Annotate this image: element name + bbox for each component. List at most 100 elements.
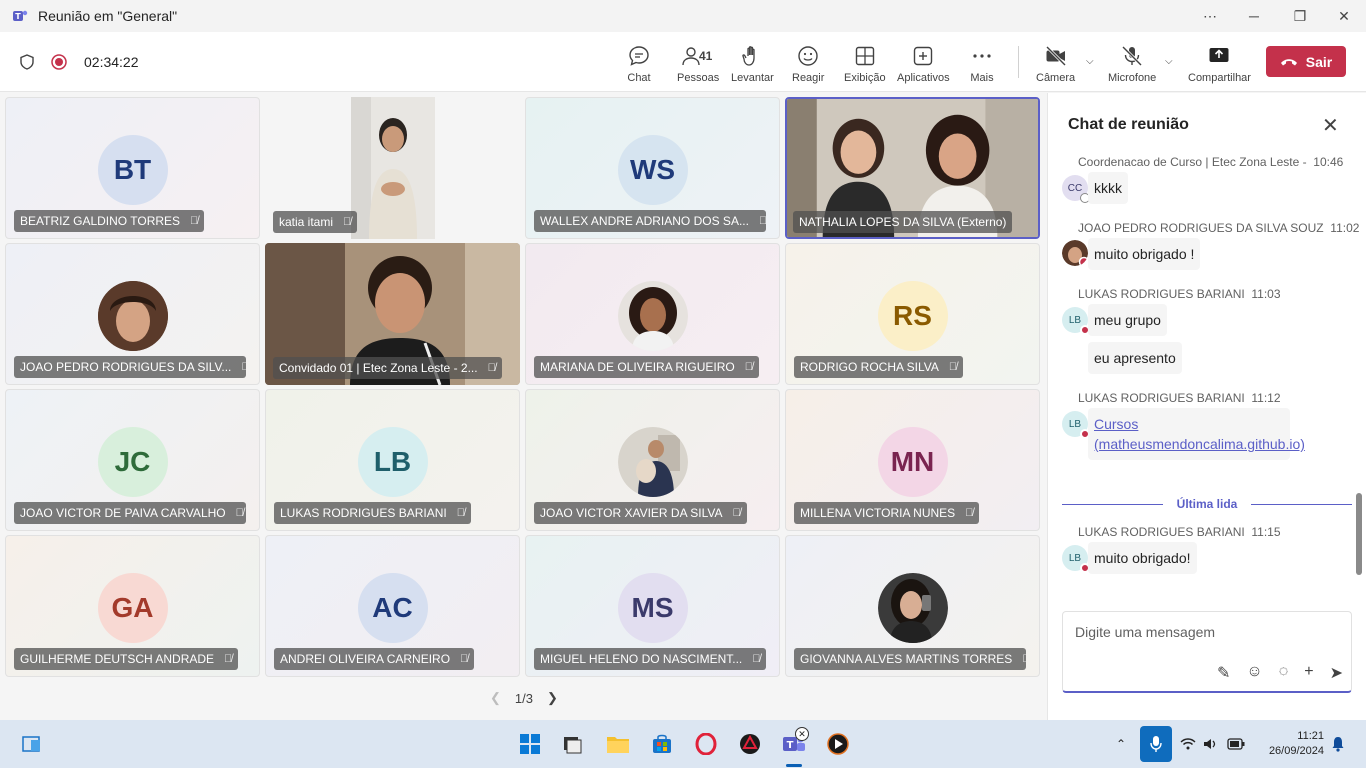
- clock-time: 11:21: [1297, 730, 1324, 742]
- avatar: BT: [97, 135, 168, 205]
- participant-name: BEATRIZ GALDINO TORRES: [20, 214, 181, 228]
- show-hidden-icons-chevron-icon[interactable]: ⌃: [1116, 720, 1126, 768]
- opera-icon[interactable]: [694, 732, 718, 756]
- mic-muted-icon: 🎙̸: [744, 361, 753, 373]
- participant-tile[interactable]: katia itami 🎙̸: [265, 97, 520, 239]
- file-explorer-icon[interactable]: [606, 732, 630, 756]
- notifications-bell-icon[interactable]: [1331, 720, 1345, 768]
- media-player-icon[interactable]: [826, 732, 850, 756]
- close-window-button[interactable]: ✕: [1321, 0, 1366, 32]
- message-author: JOAO PEDRO RODRIGUES DA SILVA SOUZ: [1078, 221, 1324, 235]
- restore-button[interactable]: ❐: [1277, 0, 1323, 32]
- previous-page-chevron-icon[interactable]: ❮: [490, 690, 501, 706]
- participant-tile[interactable]: JOAO VICTOR XAVIER DA SILVA 🎙̸: [525, 389, 780, 531]
- store-icon[interactable]: [650, 732, 674, 756]
- system-clock[interactable]: 11:21 26/09/2024: [1256, 729, 1324, 759]
- wifi-icon[interactable]: [1180, 720, 1196, 768]
- close-badge-icon[interactable]: ✕: [795, 727, 809, 741]
- more-options-icon[interactable]: ⋯: [1187, 0, 1233, 32]
- minimize-button[interactable]: ─: [1231, 0, 1277, 32]
- more-button[interactable]: Mais: [970, 44, 994, 92]
- grid-pager: ❮ 1/3 ❯: [490, 690, 558, 706]
- recording-icon[interactable]: [50, 53, 68, 71]
- participant-tile[interactable]: RS RODRIGO ROCHA SILVA 🎙̸: [785, 243, 1040, 385]
- active-app-indicator: [786, 764, 802, 767]
- camera-button[interactable]: Câmera: [1036, 44, 1075, 92]
- mic-muted-icon: 🎙̸: [1022, 653, 1026, 665]
- task-view-icon[interactable]: [560, 732, 584, 756]
- message-time: 11:12: [1251, 391, 1281, 405]
- next-page-chevron-icon[interactable]: ❯: [547, 690, 558, 706]
- participant-name: WALLEX ANDRE ADRIANO DOS SA...: [540, 214, 749, 228]
- people-button[interactable]: 41 Pessoas: [677, 44, 719, 92]
- avatar: AC: [357, 573, 428, 643]
- participant-tile[interactable]: LB LUKAS RODRIGUES BARIANI 🎙̸: [265, 389, 520, 531]
- participant-name: RODRIGO ROCHA SILVA: [800, 360, 939, 374]
- windows-taskbar: T ✕ ⌃ 11:21 26/09/2024: [0, 720, 1366, 768]
- participant-tile[interactable]: BT BEATRIZ GALDINO TORRES 🎙̸: [5, 97, 260, 239]
- participant-tile[interactable]: GA GUILHERME DEUTSCH ANDRADE 🎙̸: [5, 535, 260, 677]
- attach-plus-icon[interactable]: +: [1304, 663, 1313, 683]
- mic-muted-icon: 🎙̸: [456, 507, 465, 519]
- participant-tile-active-speaker[interactable]: NATHALIA LOPES DA SILVA (Externo): [785, 97, 1040, 239]
- send-icon[interactable]: ➤: [1330, 663, 1343, 683]
- participant-name: MILLENA VICTORIA NUNES: [800, 506, 956, 520]
- message-bubble: kkkk: [1088, 172, 1128, 204]
- participant-tile[interactable]: AC ANDREI OLIVEIRA CARNEIRO 🎙̸: [265, 535, 520, 677]
- start-icon[interactable]: [518, 732, 542, 756]
- raise-hand-label: Levantar: [731, 72, 774, 84]
- widgets-icon[interactable]: [20, 732, 44, 756]
- meeting-chat-panel: Chat de reunião ✕ Coordenacao de Curso |…: [1047, 93, 1366, 720]
- participant-tile[interactable]: MARIANA DE OLIVEIRA RIGUEIRO 🎙̸: [525, 243, 780, 385]
- message-compose-box[interactable]: Digite uma mensagem ✎ ☺ ◌ + ➤: [1062, 611, 1352, 693]
- mic-in-use-icon[interactable]: [1140, 726, 1172, 762]
- participant-tile[interactable]: MS MIGUEL HELENO DO NASCIMENT... 🎙̸: [525, 535, 780, 677]
- battery-icon[interactable]: [1227, 720, 1245, 768]
- format-icon[interactable]: ✎: [1217, 663, 1230, 683]
- camera-dropdown-chevron-icon[interactable]: ⌵: [1086, 56, 1094, 67]
- emoji-icon[interactable]: ☺: [1246, 663, 1262, 683]
- avatar: GA: [97, 573, 168, 643]
- mic-muted-icon: 🎙̸: [241, 361, 246, 373]
- participant-name-tag: MARIANA DE OLIVEIRA RIGUEIRO 🎙̸: [534, 356, 759, 378]
- avatar: [877, 573, 948, 643]
- participant-name: JOAO PEDRO RODRIGUES DA SILV...: [20, 360, 232, 374]
- participant-tile[interactable]: WS WALLEX ANDRE ADRIANO DOS SA... 🎙̸: [525, 97, 780, 239]
- microphone-button[interactable]: Microfone: [1108, 44, 1156, 92]
- participant-tile[interactable]: GIOVANNA ALVES MARTINS TORRES 🎙̸: [785, 535, 1040, 677]
- participant-name-tag: NATHALIA LOPES DA SILVA (Externo): [793, 211, 1013, 233]
- participant-name-tag: RODRIGO ROCHA SILVA 🎙̸: [794, 356, 964, 378]
- message-meta: LUKAS RODRIGUES BARIANI 11:15: [1078, 525, 1281, 539]
- loop-icon[interactable]: ◌: [1279, 663, 1289, 683]
- svg-text:T: T: [787, 740, 794, 751]
- last-read-divider: Última lida: [1062, 496, 1352, 512]
- message-author: LUKAS RODRIGUES BARIANI: [1078, 287, 1245, 301]
- participant-tile[interactable]: Convidado 01 | Etec Zona Leste - 2... 🎙̸: [265, 243, 520, 385]
- raise-hand-button[interactable]: Levantar: [731, 44, 774, 92]
- mic-dropdown-chevron-icon[interactable]: ⌵: [1165, 56, 1173, 67]
- apps-button[interactable]: Aplicativos: [897, 44, 950, 92]
- participant-tile[interactable]: MN MILLENA VICTORIA NUNES 🎙̸: [785, 389, 1040, 531]
- chat-scrollbar[interactable]: [1356, 493, 1362, 575]
- share-button[interactable]: Compartilhar: [1188, 44, 1251, 92]
- participant-tile[interactable]: JOAO PEDRO RODRIGUES DA SILV... 🎙̸: [5, 243, 260, 385]
- more-icon: [973, 54, 991, 58]
- participant-tile[interactable]: JC JOAO VICTOR DE PAIVA CARVALHO 🎙̸: [5, 389, 260, 531]
- participant-name: JOAO VICTOR DE PAIVA CARVALHO: [20, 506, 226, 520]
- participant-name-tag: JOAO PEDRO RODRIGUES DA SILV... 🎙̸: [14, 356, 246, 378]
- chat-button[interactable]: Chat: [615, 44, 663, 98]
- react-button[interactable]: Reagir: [792, 44, 824, 92]
- volume-icon[interactable]: [1203, 720, 1219, 768]
- people-count: 41: [699, 49, 713, 63]
- apps-label: Aplicativos: [897, 72, 950, 84]
- message-meta: LUKAS RODRIGUES BARIANI 11:03: [1078, 287, 1281, 301]
- close-chat-icon[interactable]: ✕: [1322, 113, 1339, 138]
- shield-icon[interactable]: [18, 53, 36, 71]
- share-label: Compartilhar: [1188, 72, 1251, 84]
- avatar: MS: [617, 573, 688, 643]
- participant-name: MIGUEL HELENO DO NASCIMENT...: [540, 652, 743, 666]
- view-button[interactable]: Exibição: [844, 44, 886, 92]
- message-link[interactable]: Cursos (matheusmendoncalima.github.io): [1094, 416, 1305, 452]
- leave-button[interactable]: Sair: [1266, 46, 1346, 77]
- app-icon-red[interactable]: [738, 732, 762, 756]
